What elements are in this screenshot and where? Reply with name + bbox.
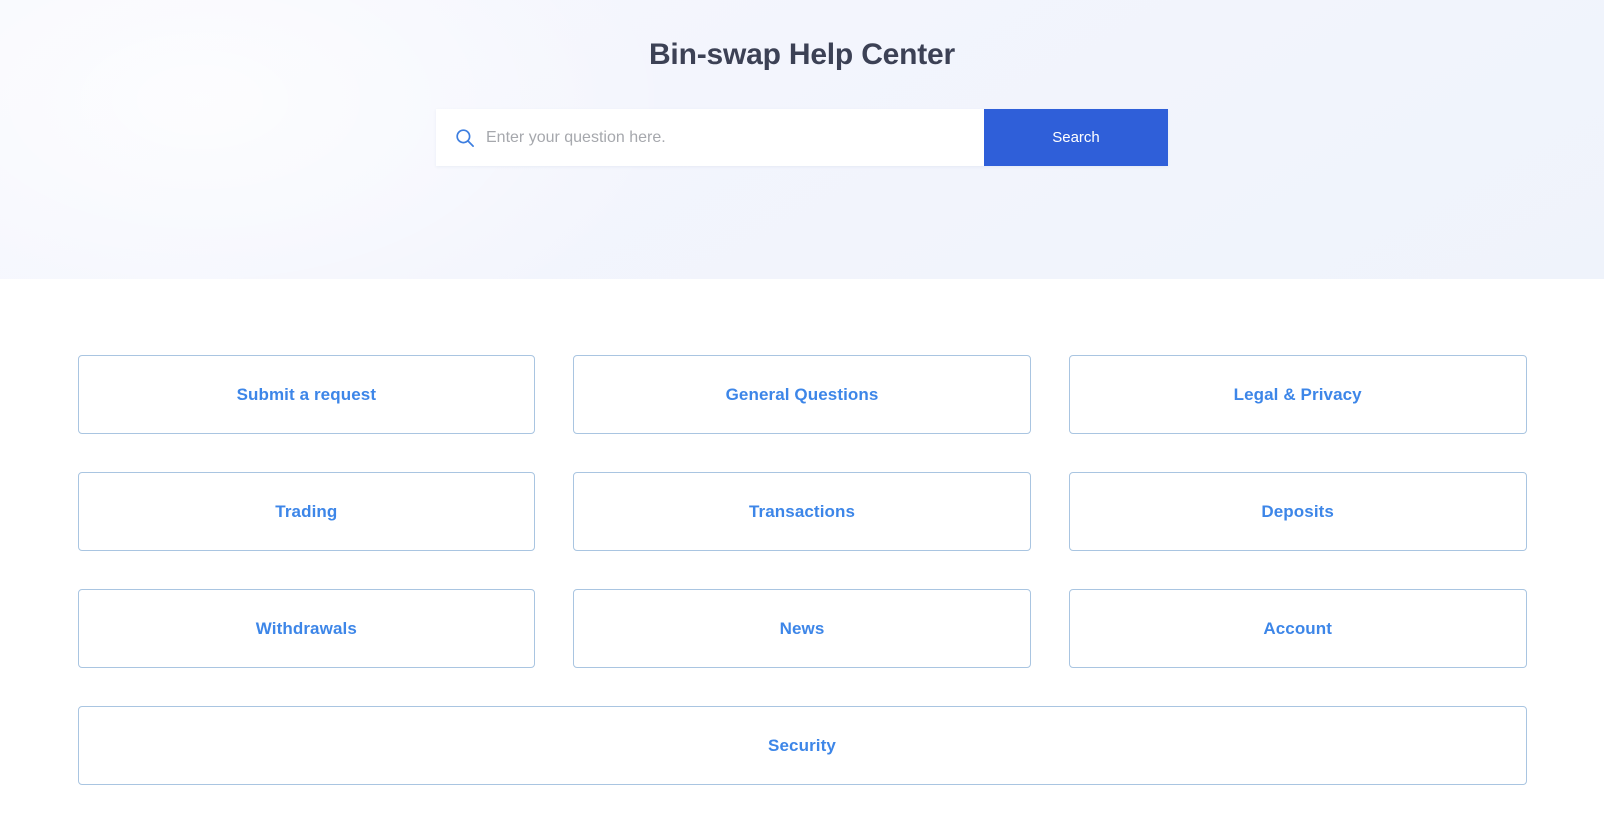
category-card-general-questions[interactable]: General Questions bbox=[573, 355, 1031, 434]
category-label: Transactions bbox=[748, 501, 856, 521]
search-button[interactable]: Search bbox=[984, 109, 1168, 166]
search-icon bbox=[456, 128, 474, 147]
category-label: Trading bbox=[275, 501, 338, 521]
category-card-transactions[interactable]: Transactions bbox=[573, 472, 1031, 551]
category-grid: Submit a request General Questions Legal… bbox=[77, 279, 1527, 785]
category-card-news[interactable]: News bbox=[573, 589, 1031, 668]
category-card-deposits[interactable]: Deposits bbox=[1068, 472, 1527, 551]
category-label: Deposits bbox=[1261, 501, 1334, 521]
category-card-account[interactable]: Account bbox=[1068, 589, 1527, 668]
category-label: Legal & Privacy bbox=[1233, 384, 1362, 404]
category-label: News bbox=[779, 618, 825, 638]
category-row: Trading Transactions Deposits bbox=[77, 472, 1527, 551]
page-title: Bin-swap Help Center bbox=[648, 38, 956, 71]
search-bar: Search bbox=[436, 109, 1168, 166]
category-label: Account bbox=[1263, 618, 1333, 638]
search-field[interactable] bbox=[436, 109, 984, 166]
category-card-security[interactable]: Security bbox=[77, 706, 1527, 785]
category-card-submit-a-request[interactable]: Submit a request bbox=[77, 355, 536, 434]
category-card-legal-and-privacy[interactable]: Legal & Privacy bbox=[1068, 355, 1527, 434]
category-label: Submit a request bbox=[236, 384, 377, 404]
category-label: General Questions bbox=[725, 384, 879, 404]
category-label: Withdrawals bbox=[255, 618, 357, 638]
category-row: Security bbox=[77, 706, 1527, 785]
hero-banner: Bin-swap Help Center Search bbox=[0, 0, 1604, 279]
search-input[interactable] bbox=[486, 109, 984, 166]
category-card-withdrawals[interactable]: Withdrawals bbox=[77, 589, 536, 668]
category-row: Withdrawals News Account bbox=[77, 589, 1527, 668]
category-row: Submit a request General Questions Legal… bbox=[77, 355, 1527, 434]
category-label: Security bbox=[768, 735, 836, 755]
category-card-trading[interactable]: Trading bbox=[77, 472, 536, 551]
